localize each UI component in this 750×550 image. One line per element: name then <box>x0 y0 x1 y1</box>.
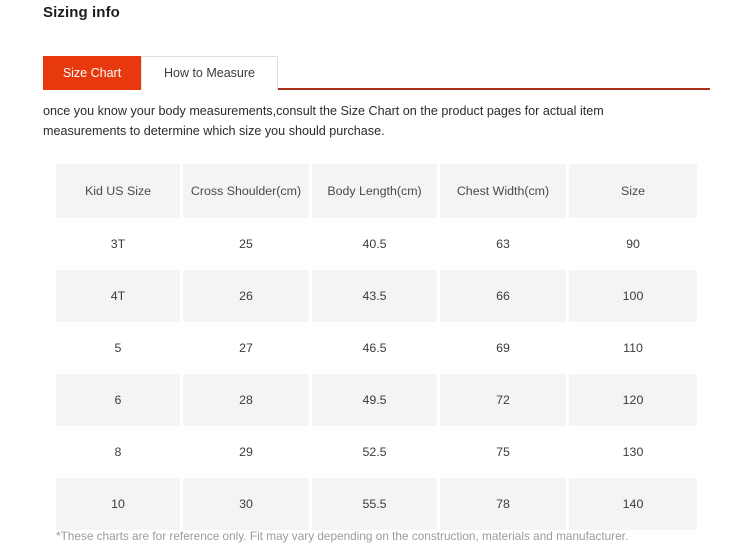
column-header-kid-us-size: Kid US Size <box>56 164 183 218</box>
cell-size: 90 <box>569 218 697 270</box>
cell-size: 120 <box>569 374 697 426</box>
cell-cross-shoulder: 28 <box>183 374 312 426</box>
column-header-chest-width: Chest Width(cm) <box>440 164 569 218</box>
table-row: 3T 25 40.5 63 90 <box>56 218 697 270</box>
cell-size: 140 <box>569 478 697 530</box>
cell-kid-us-size: 6 <box>56 374 183 426</box>
cell-chest-width: 66 <box>440 270 569 322</box>
cell-body-length: 43.5 <box>312 270 440 322</box>
sizing-info-panel: Sizing info Size Chart How to Measure on… <box>0 0 750 550</box>
cell-cross-shoulder: 27 <box>183 322 312 374</box>
cell-chest-width: 69 <box>440 322 569 374</box>
table-header: Kid US Size Cross Shoulder(cm) Body Leng… <box>56 164 697 218</box>
cell-kid-us-size: 10 <box>56 478 183 530</box>
cell-cross-shoulder: 30 <box>183 478 312 530</box>
cell-body-length: 55.5 <box>312 478 440 530</box>
cell-cross-shoulder: 29 <box>183 426 312 478</box>
table-row: 5 27 46.5 69 110 <box>56 322 697 374</box>
cell-body-length: 46.5 <box>312 322 440 374</box>
cell-kid-us-size: 4T <box>56 270 183 322</box>
cell-chest-width: 63 <box>440 218 569 270</box>
cell-kid-us-size: 3T <box>56 218 183 270</box>
cell-kid-us-size: 5 <box>56 322 183 374</box>
tab-how-to-measure[interactable]: How to Measure <box>141 56 278 90</box>
cell-cross-shoulder: 25 <box>183 218 312 270</box>
column-header-cross-shoulder: Cross Shoulder(cm) <box>183 164 312 218</box>
tab-bar: Size Chart How to Measure <box>43 56 710 90</box>
cell-chest-width: 78 <box>440 478 569 530</box>
cell-body-length: 40.5 <box>312 218 440 270</box>
tab-list: Size Chart How to Measure <box>43 56 278 90</box>
cell-size: 130 <box>569 426 697 478</box>
cell-kid-us-size: 8 <box>56 426 183 478</box>
cell-body-length: 49.5 <box>312 374 440 426</box>
table-row: 8 29 52.5 75 130 <box>56 426 697 478</box>
cell-size: 100 <box>569 270 697 322</box>
table-row: 4T 26 43.5 66 100 <box>56 270 697 322</box>
disclaimer-note: *These charts are for reference only. Fi… <box>56 529 629 543</box>
tab-size-chart[interactable]: Size Chart <box>43 56 141 90</box>
table-row: 6 28 49.5 72 120 <box>56 374 697 426</box>
cell-chest-width: 75 <box>440 426 569 478</box>
table-row: 10 30 55.5 78 140 <box>56 478 697 530</box>
column-header-body-length: Body Length(cm) <box>312 164 440 218</box>
size-chart-table: Kid US Size Cross Shoulder(cm) Body Leng… <box>56 164 697 530</box>
column-header-size: Size <box>569 164 697 218</box>
cell-size: 110 <box>569 322 697 374</box>
page-title: Sizing info <box>43 4 120 21</box>
cell-chest-width: 72 <box>440 374 569 426</box>
cell-body-length: 52.5 <box>312 426 440 478</box>
cell-cross-shoulder: 26 <box>183 270 312 322</box>
table-body: 3T 25 40.5 63 90 4T 26 43.5 66 100 5 27 … <box>56 218 697 530</box>
intro-text: once you know your body measurements,con… <box>43 104 604 138</box>
table-header-row: Kid US Size Cross Shoulder(cm) Body Leng… <box>56 164 697 218</box>
